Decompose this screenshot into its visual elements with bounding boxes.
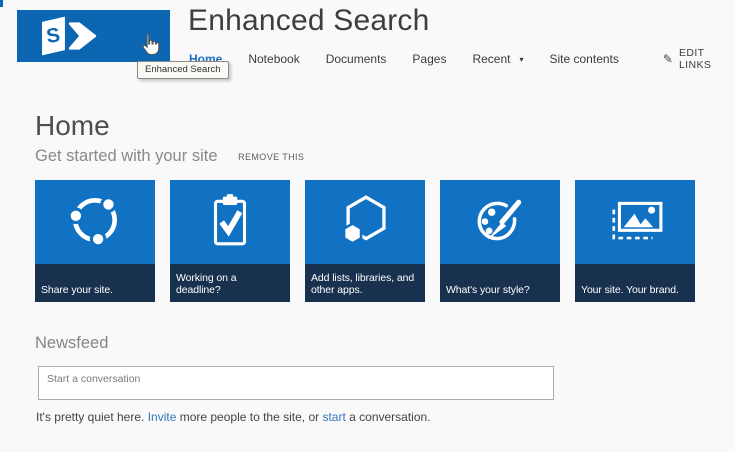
- tile-caption: Your site. Your brand.: [575, 264, 695, 302]
- clipboard-check-icon: [201, 192, 259, 250]
- tile-caption: Working on a deadline?: [170, 264, 290, 302]
- nav-item-recent[interactable]: Recent ▾: [472, 52, 523, 66]
- getting-started-tiles: Share your site. Working on a deadline? …: [35, 180, 695, 302]
- invite-link[interactable]: Invite: [148, 410, 177, 424]
- get-started-label: Get started with your site: [35, 147, 218, 165]
- screen-edge-artifact: [0, 0, 3, 7]
- edit-links-label: EDIT LINKS: [679, 47, 735, 71]
- top-navigation: Home Notebook Documents Pages Recent ▾ S…: [189, 47, 735, 71]
- sharepoint-logo-icon: S: [35, 14, 123, 58]
- apps-hexagon-icon: [336, 192, 394, 250]
- newsfeed-title: Newsfeed: [35, 334, 108, 353]
- page-title: Home: [35, 110, 110, 142]
- tile-caption: What's your style?: [440, 264, 560, 302]
- tile-your-site-your-brand[interactable]: Your site. Your brand.: [575, 180, 695, 302]
- chevron-down-icon: ▾: [519, 55, 523, 64]
- share-icon: [66, 192, 124, 250]
- nav-item-site-contents[interactable]: Site contents: [550, 52, 619, 66]
- palette-brush-icon: [471, 192, 529, 250]
- tile-add-lists-libraries-apps[interactable]: Add lists, libraries, and other apps.: [305, 180, 425, 302]
- empty-text: more people to the site, or: [176, 410, 322, 424]
- sharepoint-home-page: S Enhanced Search Home Notebook Document…: [0, 0, 735, 452]
- nav-item-recent-label: Recent: [472, 52, 510, 66]
- newsfeed-empty-message: It's pretty quiet here. Invite more peop…: [36, 410, 431, 424]
- tile-caption: Add lists, libraries, and other apps.: [305, 264, 425, 302]
- tile-working-on-deadline[interactable]: Working on a deadline?: [170, 180, 290, 302]
- site-title: Enhanced Search: [188, 4, 430, 38]
- empty-text: a conversation.: [346, 410, 431, 424]
- edit-links-button[interactable]: ✎ EDIT LINKS: [663, 47, 735, 71]
- tooltip: Enhanced Search: [137, 61, 229, 79]
- tile-whats-your-style[interactable]: What's your style?: [440, 180, 560, 302]
- tile-caption: Share your site.: [35, 264, 155, 302]
- conversation-input[interactable]: [38, 366, 554, 400]
- remove-this-link[interactable]: REMOVE THIS: [238, 152, 304, 162]
- start-conversation-link[interactable]: start: [322, 410, 345, 424]
- nav-item-notebook[interactable]: Notebook: [248, 52, 299, 66]
- image-brand-icon: [606, 192, 664, 250]
- empty-text: It's pretty quiet here.: [36, 410, 148, 424]
- nav-item-pages[interactable]: Pages: [412, 52, 446, 66]
- get-started-row: Get started with your site REMOVE THIS: [35, 147, 304, 166]
- sharepoint-logo[interactable]: S: [17, 10, 170, 62]
- pencil-icon: ✎: [663, 52, 673, 66]
- nav-item-documents[interactable]: Documents: [326, 52, 387, 66]
- tile-share-your-site[interactable]: Share your site.: [35, 180, 155, 302]
